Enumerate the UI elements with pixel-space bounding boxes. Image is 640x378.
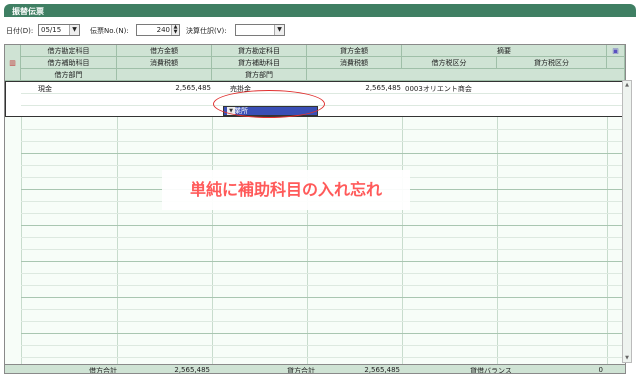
row-divider — [21, 213, 625, 214]
column-divider — [402, 81, 403, 365]
description-cell[interactable]: 0003オリエント商会 — [405, 84, 472, 94]
annotation-box: 単純に補助科目の入れ忘れ — [162, 170, 410, 210]
row-divider — [21, 297, 625, 298]
row-divider — [21, 93, 624, 94]
header-debit-tax-class: 借方税区分 — [402, 57, 497, 69]
row-divider — [21, 237, 625, 238]
date-label: 日付(D): — [6, 27, 34, 35]
debit-total-value: 2,565,485 — [174, 366, 210, 374]
window-title: 振替伝票 — [12, 7, 44, 16]
header-description: 摘要 — [402, 45, 607, 57]
header-credit-amount: 貸方金額 — [307, 45, 402, 57]
header-blank — [607, 57, 625, 69]
row-divider — [21, 273, 625, 274]
voucher-no-value: 240 — [156, 26, 170, 34]
date-value: 05/15 — [41, 26, 62, 34]
voucher-no-label: 伝票No.(N): — [90, 27, 129, 35]
header-blank — [117, 69, 212, 81]
header-blank — [307, 69, 625, 81]
window-title-bar: 振替伝票 — [4, 4, 636, 17]
column-divider — [607, 81, 608, 365]
header-debit-amount: 借方金額 — [117, 45, 212, 57]
grid-icon[interactable]: ▥ — [5, 45, 21, 81]
column-divider — [497, 81, 498, 365]
header-debit-account: 借方勘定科目 — [21, 45, 117, 57]
header-debit-dept: 借方部門 — [21, 69, 117, 81]
date-field[interactable]: 05/15 ▼ — [38, 24, 80, 36]
column-divider — [307, 81, 308, 365]
column-divider — [21, 81, 22, 365]
vertical-scrollbar[interactable]: ▲ ▼ — [622, 80, 632, 363]
note-icon[interactable]: ▣ — [607, 45, 625, 57]
debit-amount-cell[interactable]: 2,565,485 — [117, 84, 211, 92]
chevron-down-icon[interactable]: ▼ — [69, 25, 79, 35]
header-debit-tax: 消費税額 — [117, 57, 212, 69]
row-divider — [21, 321, 625, 322]
row-divider — [21, 225, 625, 226]
row-divider — [21, 153, 625, 154]
scroll-up-icon[interactable]: ▲ — [623, 81, 631, 89]
debit-account-cell[interactable]: 現金 — [38, 84, 52, 94]
row-divider — [21, 165, 625, 166]
header-credit-account: 貸方勘定科目 — [212, 45, 307, 57]
column-divider — [212, 81, 213, 365]
header-credit-sub: 貸方補助科目 — [212, 57, 307, 69]
row-divider — [21, 357, 625, 358]
credit-amount-cell[interactable]: 2,565,485 — [307, 84, 401, 92]
debit-total-label: 借方合計 — [89, 367, 117, 374]
row-divider — [21, 285, 625, 286]
balance-value: 0 — [598, 366, 603, 374]
credit-total-value: 2,565,485 — [364, 366, 400, 374]
header-credit-tax-class: 貸方税区分 — [497, 57, 607, 69]
highlight-ellipse — [213, 90, 325, 118]
settlement-label: 決算仕訳(V): — [186, 27, 227, 35]
toolbar: 日付(D): 05/15 ▼ 伝票No.(N): 240 ▲ ▼ 決算仕訳(V):… — [4, 23, 636, 39]
totals-bar: 借方合計 2,565,485 貸方合計 2,565,485 貸借バランス 0 — [5, 364, 625, 374]
row-divider — [21, 129, 625, 130]
row-divider — [21, 345, 625, 346]
grid-header: ▥ 借方勘定科目 借方金額 貸方勘定科目 貸方金額 摘要 ▣ 借方補助科目 消費… — [5, 45, 625, 81]
settlement-select[interactable]: ▼ — [235, 24, 285, 36]
scroll-down-icon[interactable]: ▼ — [623, 354, 631, 362]
column-divider — [117, 81, 118, 365]
row-divider — [21, 309, 625, 310]
annotation-text: 単純に補助科目の入れ忘れ — [189, 180, 382, 199]
row-divider — [21, 141, 625, 142]
header-credit-dept: 貸方部門 — [212, 69, 307, 81]
row-divider — [21, 249, 625, 250]
voucher-no-field[interactable]: 240 ▲ ▼ — [136, 24, 180, 36]
chevron-down-icon[interactable]: ▼ — [274, 25, 284, 35]
header-credit-tax: 消費税額 — [307, 57, 402, 69]
header-debit-sub: 借方補助科目 — [21, 57, 117, 69]
row-divider — [21, 261, 625, 262]
row-divider — [21, 333, 625, 334]
spinner-icon[interactable]: ▲ ▼ — [171, 25, 179, 35]
